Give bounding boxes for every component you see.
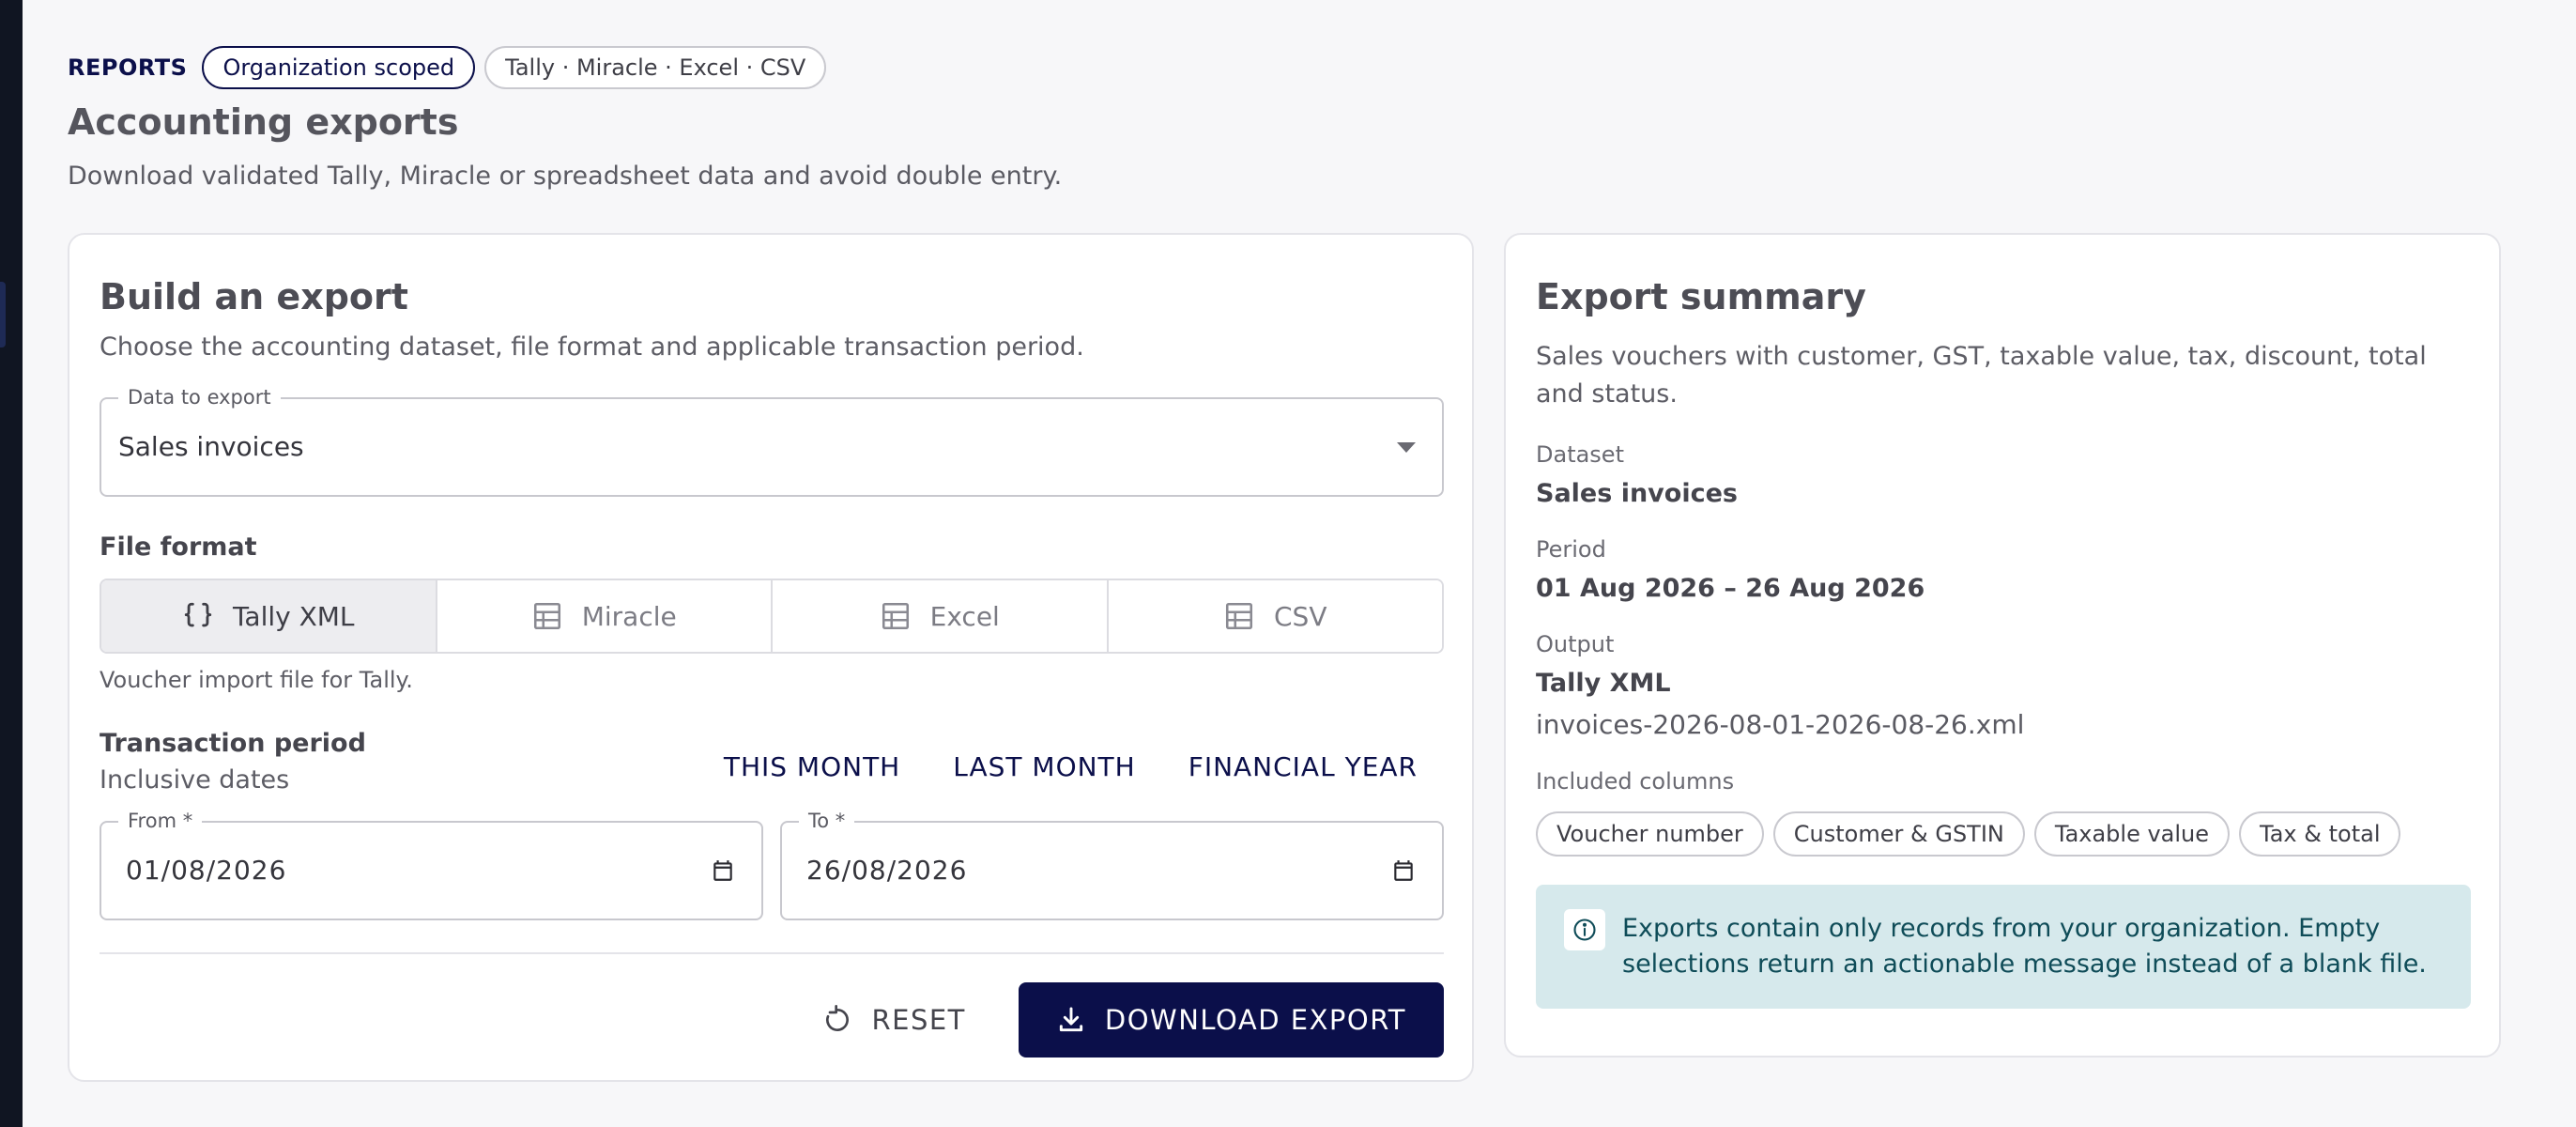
- info-icon: [1564, 909, 1605, 950]
- table-icon: [882, 602, 909, 630]
- included-columns-label: Included columns: [1536, 768, 1735, 795]
- format-option-miracle[interactable]: Miracle: [435, 580, 771, 652]
- dataset-select-value: Sales invoices: [118, 431, 304, 462]
- period-label: Period: [1536, 536, 1606, 563]
- column-chip: Taxable value: [2033, 811, 2231, 857]
- build-export-card: Build an export Choose the accounting da…: [68, 233, 1474, 1082]
- table-icon: [1225, 602, 1253, 630]
- dataset-select-label: Data to export: [118, 386, 281, 409]
- format-option-csv[interactable]: CSV: [1106, 580, 1442, 652]
- reset-button[interactable]: RESET: [807, 991, 980, 1049]
- included-columns-list: Voucher number Customer & GSTIN Taxable …: [1536, 811, 2471, 857]
- format-option-label: Excel: [929, 600, 1000, 632]
- header-row: REPORTS Organization scoped Tally · Mira…: [68, 45, 2508, 90]
- summary-card-description: Sales vouchers with customer, GST, taxab…: [1536, 342, 2427, 409]
- output-label: Output: [1536, 631, 1615, 657]
- to-date-value: 26/08/2026: [806, 855, 968, 886]
- dataset-label: Dataset: [1536, 441, 1624, 468]
- file-format-label: File format: [100, 533, 257, 562]
- date-range: From * 01/08/2026 To * 26/08/2026: [100, 810, 1444, 920]
- column-chip: Customer & GSTIN: [1772, 811, 2025, 857]
- file-format-toggle-group: Tally XML Miracle Excel CSV: [100, 579, 1444, 654]
- page-header: REPORTS Organization scoped Tally · Mira…: [68, 45, 2508, 191]
- column-chip: Tax & total: [2239, 811, 2401, 857]
- table-icon: [533, 602, 560, 630]
- scope-chip: Organization scoped: [202, 46, 476, 89]
- calendar-icon[interactable]: [711, 858, 735, 883]
- left-rail: [0, 0, 23, 1127]
- format-help-text: Voucher import file for Tally.: [100, 667, 413, 693]
- to-date-field[interactable]: To * 26/08/2026: [780, 810, 1444, 920]
- output-value: Tally XML: [1536, 669, 1671, 698]
- from-date-label: From *: [118, 810, 203, 832]
- calendar-icon[interactable]: [1391, 858, 1416, 883]
- reset-icon: [826, 1005, 850, 1031]
- transaction-period-header: Transaction period Inclusive dates THIS …: [100, 729, 1444, 802]
- quick-range-buttons: THIS MONTH LAST MONTH FINANCIAL YEAR: [698, 736, 1444, 797]
- download-export-button[interactable]: DOWNLOAD EXPORT: [1018, 982, 1444, 1058]
- format-option-label: Tally XML: [232, 600, 355, 632]
- to-date-label: To *: [799, 810, 855, 832]
- format-option-label: CSV: [1274, 600, 1327, 632]
- rail-active-marker: [0, 282, 6, 347]
- column-chip: Voucher number: [1536, 811, 1764, 857]
- reset-button-label: RESET: [871, 1004, 966, 1036]
- format-option-tally-xml[interactable]: Tally XML: [101, 580, 436, 652]
- formats-chip: Tally · Miracle · Excel · CSV: [484, 46, 827, 89]
- dataset-value: Sales invoices: [1536, 479, 1738, 508]
- info-alert: Exports contain only records from your o…: [1536, 885, 2471, 1009]
- export-summary-card: Export summary Sales vouchers with custo…: [1504, 233, 2501, 1058]
- output-filename: invoices-2026-08-01-2026-08-26.xml: [1536, 709, 2025, 740]
- page-subtitle: Download validated Tally, Miracle or spr…: [68, 162, 1063, 191]
- page-title: Accounting exports: [68, 101, 459, 143]
- actions-divider: [100, 952, 1444, 954]
- eyebrow-label: REPORTS: [68, 54, 188, 81]
- from-date-field[interactable]: From * 01/08/2026: [100, 810, 763, 920]
- dataset-select[interactable]: Data to export Sales invoices: [100, 386, 1444, 497]
- braces-icon: [184, 602, 212, 627]
- last-month-button[interactable]: LAST MONTH: [927, 736, 1161, 797]
- info-alert-text: Exports contain only records from your o…: [1622, 914, 2427, 979]
- summary-card-title: Export summary: [1536, 276, 1866, 317]
- form-actions: RESET DOWNLOAD EXPORT: [100, 982, 1444, 1058]
- format-option-excel[interactable]: Excel: [771, 580, 1107, 652]
- download-export-label: DOWNLOAD EXPORT: [1104, 1004, 1406, 1036]
- this-month-button[interactable]: THIS MONTH: [698, 736, 927, 797]
- format-option-label: Miracle: [581, 600, 677, 632]
- download-icon: [1059, 1007, 1083, 1032]
- from-date-value: 01/08/2026: [126, 855, 287, 886]
- period-value: 01 Aug 2026 – 26 Aug 2026: [1536, 574, 1925, 603]
- chevron-down-icon: [1397, 442, 1416, 453]
- financial-year-button[interactable]: FINANCIAL YEAR: [1162, 736, 1444, 797]
- build-card-description: Choose the accounting dataset, file form…: [100, 332, 1084, 362]
- build-card-title: Build an export: [100, 276, 408, 317]
